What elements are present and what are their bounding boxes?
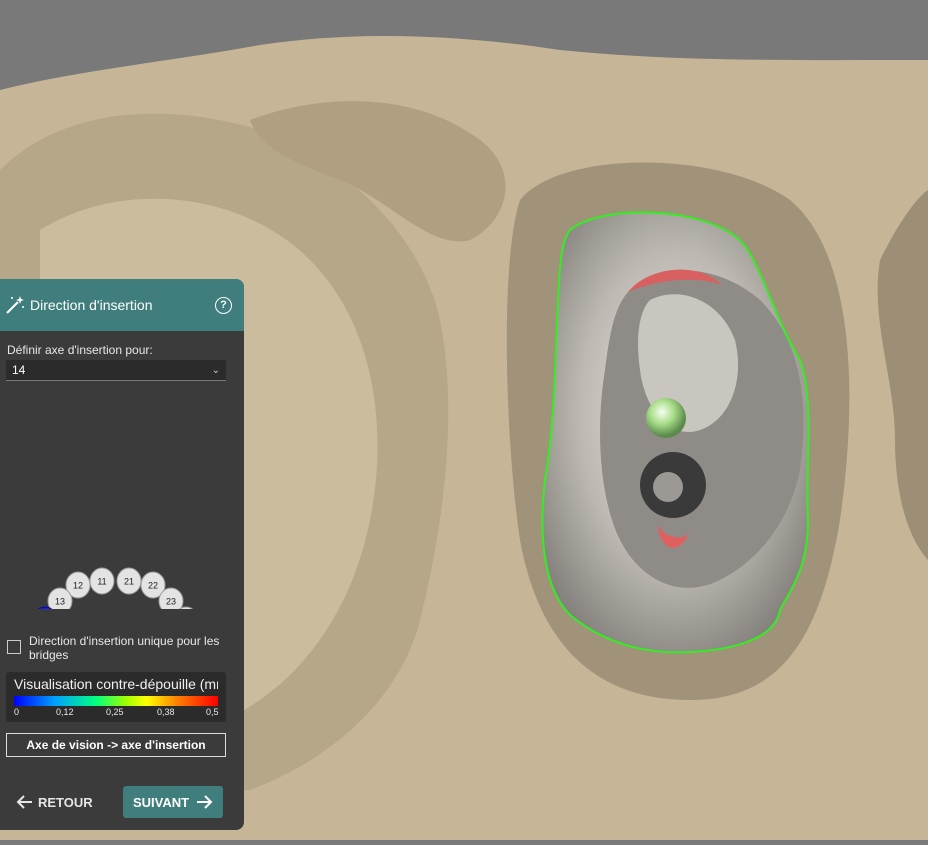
panel-title: Direction d'insertion	[30, 297, 153, 313]
panel-header: Direction d'insertion ?	[0, 279, 244, 331]
axis-label: Définir axe d'insertion pour:	[7, 343, 153, 357]
axis-handle-ring-inner	[653, 472, 683, 502]
unique-direction-checkbox[interactable]	[7, 640, 21, 654]
tooth-label: 23	[166, 597, 176, 607]
tooth-label: 21	[124, 577, 134, 587]
tooth-label: 13	[55, 597, 65, 607]
arrow-right-icon	[197, 795, 213, 809]
legend-tick: 0,12	[56, 707, 74, 717]
chevron-down-icon: ⌄	[211, 364, 220, 376]
undercut-legend: Visualisation contre-dépouille (mr 0 0,1…	[6, 672, 226, 722]
magic-wand-icon	[6, 296, 24, 314]
next-button[interactable]: SUIVANT	[123, 786, 223, 818]
tooth-13[interactable]: 13	[47, 587, 73, 609]
legend-tick: 0	[14, 707, 20, 717]
tooth-23[interactable]: 23	[158, 587, 184, 609]
insertion-direction-panel: Direction d'insertion ? Définir axe d'in…	[0, 279, 244, 830]
unique-direction-label: Direction d'insertion unique pour les br…	[29, 634, 220, 662]
color-scale	[14, 696, 218, 706]
legend-tick: 0,25	[106, 707, 124, 717]
arrow-left-icon	[16, 795, 32, 809]
tooth-chart: 11121314151617182122232425262728	[37, 567, 194, 609]
tooth-label: 12	[73, 581, 83, 591]
unique-direction-option[interactable]: Direction d'insertion unique pour les br…	[7, 634, 237, 662]
legend-ticks: 0 0,12 0,25 0,38 0,5	[14, 706, 219, 718]
tooth-select[interactable]: 14 ⌄	[6, 360, 226, 381]
legend-tick: 0,38	[157, 707, 175, 717]
tooth-11[interactable]: 11	[89, 567, 115, 595]
help-icon[interactable]: ?	[215, 296, 232, 314]
tooth-select-value: 14	[12, 363, 26, 377]
tooth-label: 22	[148, 581, 158, 591]
legend-title: Visualisation contre-dépouille (mr	[14, 676, 218, 692]
back-button[interactable]: RETOUR	[16, 786, 93, 818]
tooth-label: 11	[97, 577, 106, 587]
legend-tick: 0,5	[206, 707, 219, 717]
back-button-label: RETOUR	[38, 794, 93, 810]
axis-handle-ball[interactable]	[646, 398, 686, 438]
tooth-21[interactable]: 21	[116, 567, 142, 595]
next-button-label: SUIVANT	[132, 794, 190, 810]
vision-axis-button[interactable]: Axe de vision -> axe d'insertion	[6, 733, 226, 757]
